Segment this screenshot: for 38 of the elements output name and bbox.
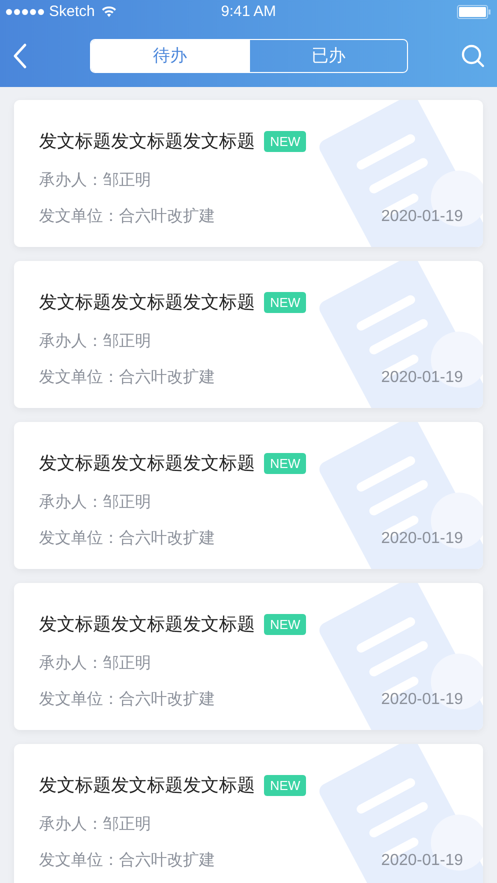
carrier-text: Sketch	[49, 2, 95, 22]
document-card[interactable]: 发文标题发文标题发文标题 NEW 承办人：邹正明 发文单位：合六叶改扩建 2020-01-19	[14, 261, 483, 408]
document-card[interactable]: 发文标题发文标题发文标题 NEW 承办人：邹正明 发文单位：合六叶改扩建 2020-01-19	[14, 422, 483, 569]
date-text: 2020-01-19	[381, 851, 463, 871]
document-title: 发文标题发文标题发文标题	[39, 774, 255, 797]
handler-text: 承办人：邹正明	[39, 492, 151, 513]
new-badge: NEW	[264, 614, 306, 636]
date-text: 2020-01-19	[381, 207, 463, 227]
clock-text: 9:41 AM	[220, 2, 276, 22]
document-card[interactable]: 发文标题发文标题发文标题 NEW 承办人：邹正明 发文单位：合六叶改扩建 2020-01-19	[14, 100, 483, 247]
back-icon[interactable]	[12, 42, 28, 68]
unit-text: 发文单位：合六叶改扩建	[39, 850, 215, 871]
unit-text: 发文单位：合六叶改扩建	[39, 368, 215, 388]
new-badge: NEW	[264, 452, 306, 474]
document-title: 发文标题发文标题发文标题	[39, 130, 255, 153]
new-badge: NEW	[264, 774, 306, 796]
document-card[interactable]: 发文标题发文标题发文标题 NEW 承办人：邹正明 发文单位：合六叶改扩建 2020-01-19	[14, 744, 483, 883]
handler-text: 承办人：邹正明	[39, 814, 151, 835]
document-title: 发文标题发文标题发文标题	[39, 452, 255, 475]
signal-icon	[6, 9, 44, 15]
battery-icon	[457, 5, 491, 19]
date-text: 2020-01-19	[381, 690, 463, 710]
wifi-icon	[100, 6, 117, 18]
unit-text: 发文单位：合六叶改扩建	[39, 206, 215, 227]
search-icon[interactable]	[461, 44, 485, 68]
handler-text: 承办人：邹正明	[39, 654, 151, 674]
unit-text: 发文单位：合六叶改扩建	[39, 528, 215, 549]
tab[interactable]: 待办	[91, 40, 248, 72]
document-card[interactable]: 发文标题发文标题发文标题 NEW 承办人：邹正明 发文单位：合六叶改扩建 2020-01-19	[14, 583, 483, 730]
date-text: 2020-01-19	[381, 368, 463, 388]
handler-text: 承办人：邹正明	[39, 170, 151, 191]
handler-text: 承办人：邹正明	[39, 332, 151, 352]
new-badge: NEW	[264, 130, 306, 152]
document-title: 发文标题发文标题发文标题	[39, 613, 255, 636]
document-title: 发文标题发文标题发文标题	[39, 291, 255, 314]
unit-text: 发文单位：合六叶改扩建	[39, 690, 215, 710]
date-text: 2020-01-19	[381, 529, 463, 549]
new-badge: NEW	[264, 292, 306, 314]
